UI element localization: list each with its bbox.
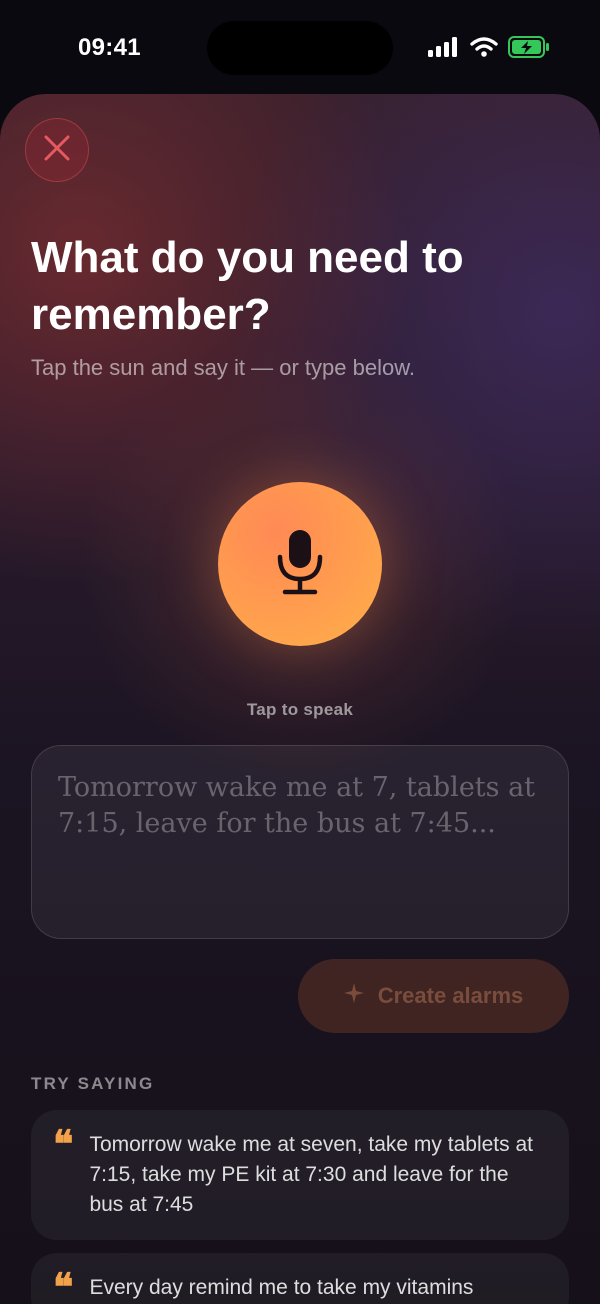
status-icons [428, 35, 550, 63]
mic-button[interactable] [218, 482, 382, 646]
page-title: What do you need to remember? [31, 233, 464, 339]
dynamic-island [207, 21, 393, 75]
example-card[interactable]: ❝ Tomorrow wake me at seven, take my tab… [31, 1110, 569, 1240]
reminder-sheet: What do you need to remember? Tap the su… [0, 94, 600, 1304]
tap-to-speak-label: Tap to speak [246, 700, 354, 719]
page-subtitle: Tap the sun and say it — or type below. [31, 355, 416, 380]
reminder-textarea[interactable] [58, 770, 542, 914]
example-card[interactable]: ❝ Every day remind me to take my vitamin… [31, 1253, 569, 1304]
example-text: Every day remind me to take my vitamins [89, 1276, 474, 1299]
quote-icon: ❝ [53, 1264, 74, 1304]
status-bar: 09:41 [0, 0, 600, 94]
wifi-icon [470, 36, 498, 62]
quote-icon: ❝ [53, 1121, 74, 1166]
example-text: Tomorrow wake me at seven, take my table… [89, 1133, 533, 1216]
close-button[interactable] [25, 118, 89, 182]
create-alarms-label: Create alarms [377, 983, 524, 1008]
reminder-text-field[interactable] [31, 745, 569, 939]
sparkle-icon [343, 983, 364, 1009]
create-alarms-button[interactable]: Create alarms [298, 959, 569, 1033]
status-time: 09:41 [78, 34, 141, 61]
microphone-icon [276, 529, 324, 600]
battery-charging-icon [508, 35, 550, 63]
close-icon [43, 134, 71, 167]
signal-icon [428, 36, 460, 62]
try-saying-heading: TRY SAYING [31, 1074, 155, 1093]
